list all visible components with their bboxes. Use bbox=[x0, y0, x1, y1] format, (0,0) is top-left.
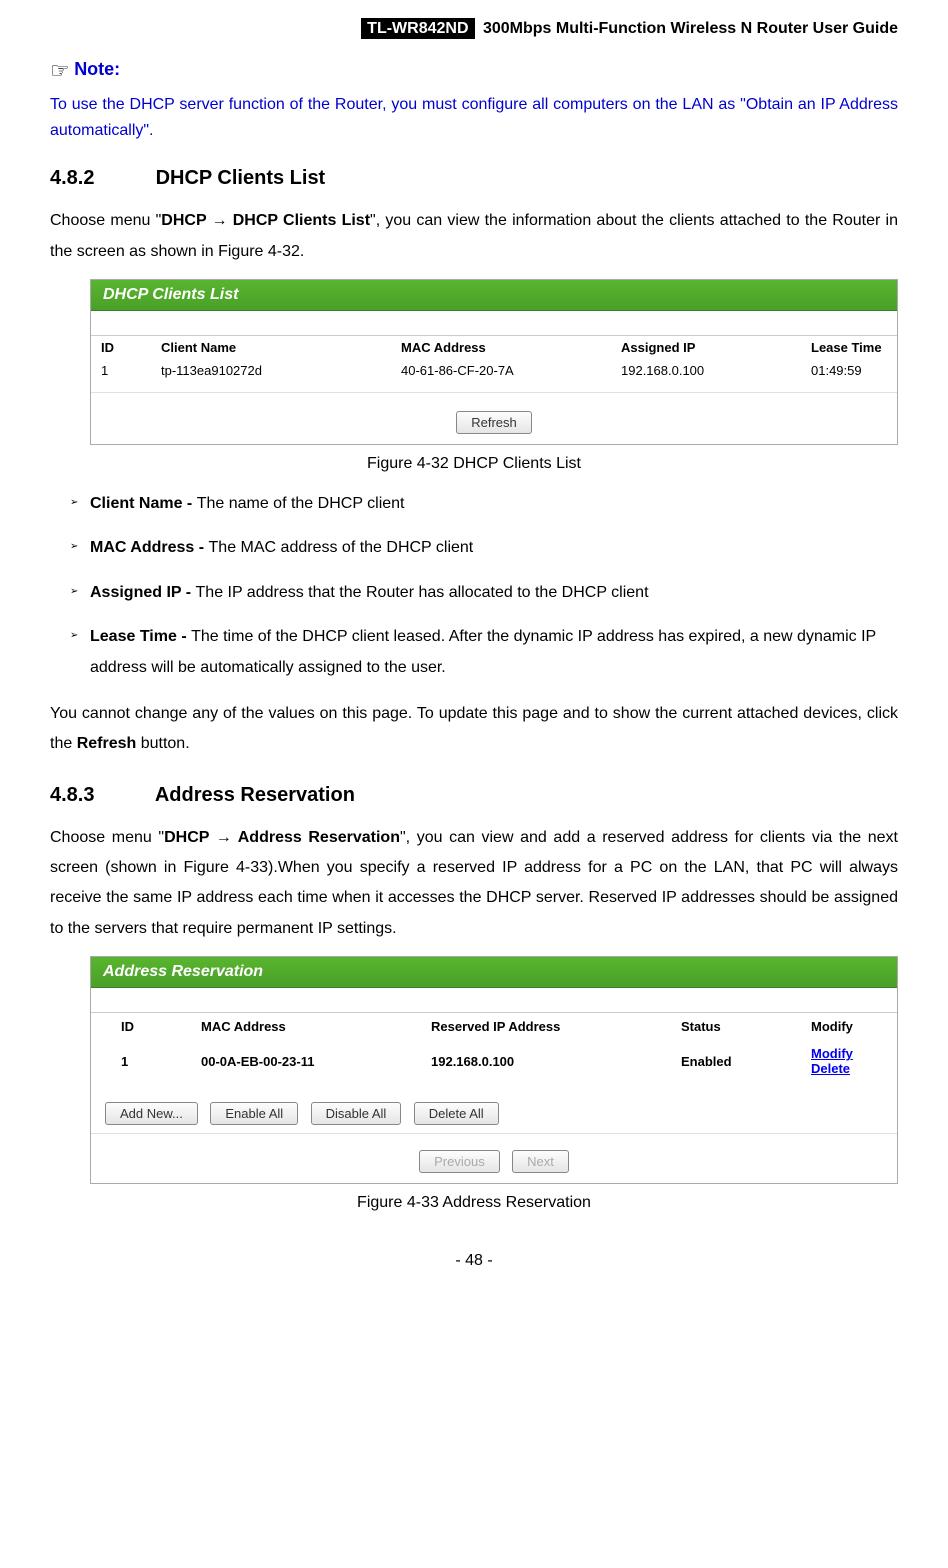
table-header-row: ID Client Name MAC Address Assigned IP L… bbox=[91, 336, 897, 359]
section-title: DHCP Clients List bbox=[156, 167, 326, 189]
figure-title-bar: DHCP Clients List bbox=[91, 280, 897, 311]
note-label: Note: bbox=[74, 59, 120, 79]
section1-intro: Choose menu "DHCP → DHCP Clients List", … bbox=[50, 206, 898, 267]
page-number: - 48 - bbox=[50, 1252, 898, 1270]
modify-link[interactable]: Modify bbox=[811, 1046, 853, 1061]
definitions-list: Client Name - The name of the DHCP clien… bbox=[50, 489, 898, 683]
figure-title-bar: Address Reservation bbox=[91, 957, 897, 988]
section-heading-dhcp-clients: 4.8.2 DHCP Clients List bbox=[50, 167, 898, 190]
delete-link[interactable]: Delete bbox=[811, 1061, 850, 1076]
section-heading-address-reservation: 4.8.3 Address Reservation bbox=[50, 784, 898, 807]
delete-all-button[interactable]: Delete All bbox=[414, 1102, 499, 1125]
add-new-button[interactable]: Add New... bbox=[105, 1102, 198, 1125]
nav-row: Previous Next bbox=[91, 1133, 897, 1183]
model-badge: TL-WR842ND bbox=[361, 18, 474, 39]
figure-footer: Refresh bbox=[91, 392, 897, 444]
refresh-button[interactable]: Refresh bbox=[456, 411, 532, 434]
refresh-paragraph: You cannot change any of the values on t… bbox=[50, 699, 898, 760]
list-item: Assigned IP - The IP address that the Ro… bbox=[70, 578, 898, 608]
section-title: Address Reservation bbox=[155, 784, 355, 806]
note-text: To use the DHCP server function of the R… bbox=[50, 92, 898, 143]
note-block: ☞ Note: To use the DHCP server function … bbox=[50, 58, 898, 143]
disable-all-button[interactable]: Disable All bbox=[311, 1102, 402, 1125]
page-header: TL-WR842ND 300Mbps Multi-Function Wirele… bbox=[50, 20, 898, 38]
section-number: 4.8.2 bbox=[50, 167, 150, 190]
table-header-row: ID MAC Address Reserved IP Address Statu… bbox=[91, 1013, 897, 1040]
list-item: Lease Time - The time of the DHCP client… bbox=[70, 622, 898, 683]
list-item: MAC Address - The MAC address of the DHC… bbox=[70, 533, 898, 563]
figure-address-reservation: Address Reservation ID MAC Address Reser… bbox=[90, 956, 898, 1184]
dhcp-clients-table: ID Client Name MAC Address Assigned IP L… bbox=[91, 336, 897, 382]
figure2-caption: Figure 4-33 Address Reservation bbox=[50, 1194, 898, 1212]
figure1-caption: Figure 4-32 DHCP Clients List bbox=[50, 455, 898, 473]
button-row: Add New... Enable All Disable All Delete… bbox=[91, 1082, 897, 1133]
section-number: 4.8.3 bbox=[50, 784, 150, 807]
figure-dhcp-clients: DHCP Clients List ID Client Name MAC Add… bbox=[90, 279, 898, 445]
address-reservation-table: ID MAC Address Reserved IP Address Statu… bbox=[91, 1013, 897, 1082]
section2-intro: Choose menu "DHCP → Address Reservation"… bbox=[50, 823, 898, 945]
table-row: 1 tp-113ea910272d 40-61-86-CF-20-7A 192.… bbox=[91, 359, 897, 382]
table-row: 1 00-0A-EB-00-23-11 192.168.0.100 Enable… bbox=[91, 1040, 897, 1082]
pointing-hand-icon: ☞ bbox=[50, 58, 70, 83]
list-item: Client Name - The name of the DHCP clien… bbox=[70, 489, 898, 519]
enable-all-button[interactable]: Enable All bbox=[210, 1102, 298, 1125]
next-button[interactable]: Next bbox=[512, 1150, 569, 1173]
previous-button[interactable]: Previous bbox=[419, 1150, 500, 1173]
guide-title: 300Mbps Multi-Function Wireless N Router… bbox=[483, 20, 898, 37]
